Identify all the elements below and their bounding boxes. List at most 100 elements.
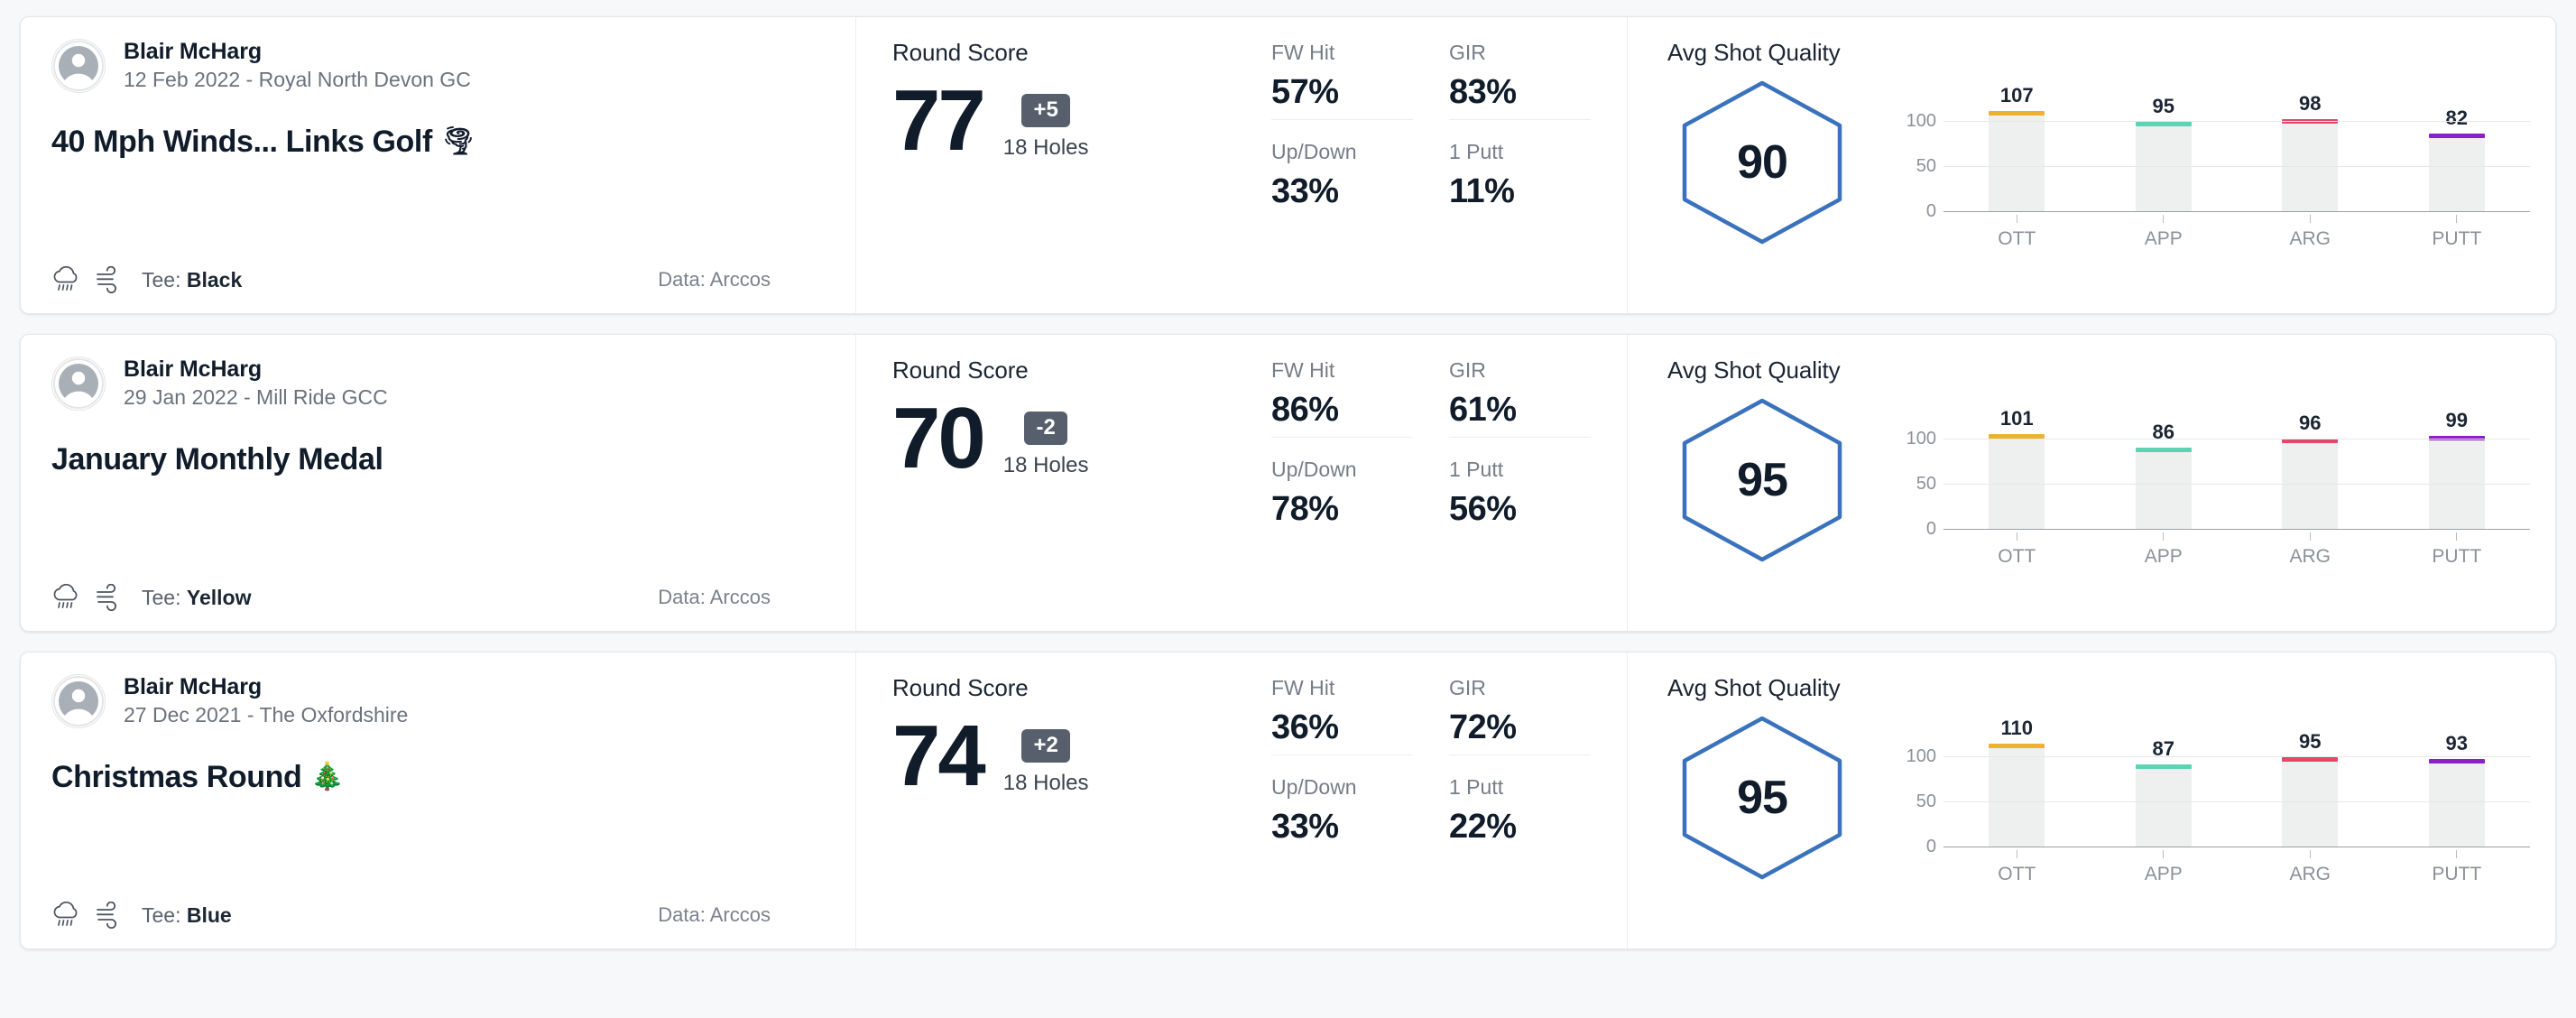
avg-shot-quality-value: 90 — [1737, 135, 1788, 189]
stat-up-down-value: 33% — [1271, 172, 1339, 211]
bar[interactable] — [2428, 134, 2485, 211]
bar[interactable] — [2135, 448, 2192, 529]
round-meta-panel: Blair McHarg 12 Feb 2022 - Royal North D… — [21, 17, 855, 313]
stat-fw-hit: FW Hit 36% — [1271, 676, 1413, 756]
user-row[interactable]: Blair McHarg 27 Dec 2021 - The Oxfordshi… — [51, 674, 825, 728]
bar-column-putt[interactable]: 93 — [2384, 729, 2531, 847]
bar-column-ott[interactable]: 110 — [1944, 718, 2091, 847]
stats-grid: FW Hit 36% GIR 72% Up/Down 33% 1 Putt 22… — [1271, 674, 1591, 929]
avg-shot-quality-body: 95 100 50 0 101 86 96 99 OTT APP ARG PUTT — [1667, 392, 2530, 568]
bar-value-label: 110 — [2000, 717, 2034, 739]
stat-gir-value: 72% — [1449, 708, 1517, 746]
bar[interactable] — [1989, 111, 2045, 211]
score-block: Round Score 77 +5 18 Holes — [892, 39, 1244, 293]
data-source-label: Data: Arccos — [658, 586, 771, 608]
user-name: Blair McHarg — [124, 356, 263, 383]
round-title-emoji: 🌪 — [440, 126, 475, 157]
bar-value-label: 101 — [1999, 407, 2034, 430]
bar-value-label: 82 — [2445, 106, 2468, 129]
bar[interactable] — [2282, 119, 2339, 211]
y-tick-label: 0 — [1925, 519, 1936, 539]
round-score-value: 74 — [892, 708, 986, 804]
stats-grid: FW Hit 57% GIR 83% Up/Down 33% 1 Putt 11… — [1271, 39, 1591, 293]
round-title-row[interactable]: 40 Mph Winds... Links Golf 🌪 — [51, 124, 825, 161]
round-meta-footer: Tee: Blue Data: Arccos — [51, 902, 825, 929]
stat-up-down-label: Up/Down — [1271, 458, 1357, 482]
round-card-2[interactable]: Blair McHarg 27 Dec 2021 - The Oxfordshi… — [20, 652, 2556, 949]
x-axis-tick — [2163, 532, 2165, 541]
round-title-text: 40 Mph Winds... Links Golf — [51, 125, 432, 159]
round-title-row[interactable]: Christmas Round 🎄 — [51, 759, 825, 796]
shot-quality-chart: 100 50 0 110 87 95 93 OTT APP ARG PUTT — [1875, 709, 2530, 885]
round-card-1[interactable]: Blair McHarg 29 Jan 2022 - Mill Ride GCC… — [20, 334, 2556, 632]
x-axis-label: PUTT — [2432, 546, 2482, 567]
avatar[interactable] — [51, 674, 106, 728]
bar-value-label: 93 — [2445, 732, 2468, 754]
round-card-0[interactable]: Blair McHarg 12 Feb 2022 - Royal North D… — [20, 16, 2556, 314]
round-title-text: Christmas Round — [51, 760, 302, 794]
chart-baseline — [1944, 529, 2530, 530]
x-axis-column: ARG — [2237, 215, 2384, 250]
user-row[interactable]: Blair McHarg 12 Feb 2022 - Royal North D… — [51, 39, 825, 93]
chart-gridline — [1944, 484, 2530, 485]
holes-played-label: 18 Holes — [1002, 135, 1089, 161]
bar-cap — [1989, 744, 2045, 748]
round-conditions: Tee: Yellow — [51, 584, 251, 611]
x-axis-label: APP — [2144, 864, 2183, 884]
chart-x-axis: OTT APP ARG PUTT — [1944, 532, 2530, 568]
bar[interactable] — [2428, 759, 2485, 847]
avg-shot-quality-panel: Avg Shot Quality 95 100 50 0 110 87 95 93 — [1627, 652, 2555, 949]
bar[interactable] — [1989, 744, 2045, 847]
rain-cloud-icon — [53, 902, 78, 926]
stat-one-putt-value: 11% — [1449, 172, 1515, 211]
x-axis-label: APP — [2144, 546, 2183, 567]
round-conditions: Tee: Black — [51, 266, 242, 293]
tee-color-value: Blue — [186, 902, 232, 927]
bar-column-arg[interactable]: 98 — [2237, 94, 2384, 211]
chart-x-axis-row: OTT APP ARG PUTT — [1897, 529, 2530, 568]
bar-column-arg[interactable]: 96 — [2237, 412, 2384, 529]
x-axis-label: OTT — [1998, 228, 2036, 249]
stat-up-down: Up/Down 33% — [1271, 775, 1413, 854]
x-axis-tick — [2309, 850, 2311, 858]
data-source-label: Data: Arccos — [658, 268, 771, 291]
bar-column-arg[interactable]: 95 — [2237, 729, 2384, 847]
stat-gir: GIR 83% — [1449, 41, 1591, 121]
user-row[interactable]: Blair McHarg 29 Jan 2022 - Mill Ride GCC — [51, 356, 825, 411]
x-axis-column: PUTT — [2384, 532, 2531, 568]
bar-column-putt[interactable]: 82 — [2384, 94, 2531, 211]
score-to-par-badge: +5 — [1021, 94, 1070, 128]
score-side: -2 18 Holes — [1003, 397, 1089, 478]
chart-gridline — [1944, 121, 2530, 122]
round-date-course: 12 Feb 2022 - Royal North Devon GC — [124, 68, 471, 92]
bar-column-app[interactable]: 86 — [2091, 412, 2238, 529]
chart-plot-area: 100 50 0 107 95 98 82 — [1897, 74, 2531, 220]
bar-cap — [2428, 759, 2485, 764]
stat-one-putt: 1 Putt 22% — [1449, 775, 1591, 854]
user-text: Blair McHarg 27 Dec 2021 - The Oxfordshi… — [124, 674, 408, 727]
bar[interactable] — [2135, 122, 2192, 211]
bar-column-ott[interactable]: 107 — [1944, 86, 2091, 211]
avatar[interactable] — [51, 39, 106, 93]
stat-one-putt-label: 1 Putt — [1449, 458, 1504, 482]
x-axis-label: PUTT — [2432, 228, 2482, 249]
round-title-row[interactable]: January Monthly Medal — [51, 441, 825, 478]
avg-shot-quality-hexagon: 95 — [1667, 394, 1857, 566]
avatar[interactable] — [51, 356, 106, 411]
avg-shot-quality-body: 90 100 50 0 107 95 98 82 OTT APP ARG PUTT — [1667, 74, 2530, 250]
bar-column-putt[interactable]: 99 — [2384, 411, 2531, 529]
bar-column-app[interactable]: 95 — [2091, 94, 2238, 211]
bar-column-ott[interactable]: 101 — [1944, 407, 2091, 529]
bar[interactable] — [2135, 764, 2192, 847]
bar[interactable] — [2282, 757, 2339, 847]
x-axis-column: APP — [2091, 850, 2238, 885]
avg-shot-quality-value: 95 — [1737, 771, 1788, 824]
bar-cap — [2135, 764, 2192, 769]
score-row: 70 -2 18 Holes — [892, 394, 1244, 481]
stat-gir-label: GIR — [1449, 41, 1486, 64]
x-axis-column: PUTT — [2384, 850, 2531, 885]
bar-column-app[interactable]: 87 — [2091, 729, 2238, 847]
rounds-feed: Blair McHarg 12 Feb 2022 - Royal North D… — [0, 0, 2576, 949]
bar[interactable] — [2282, 439, 2339, 529]
chart-x-axis-row: OTT APP ARG PUTT — [1897, 211, 2530, 250]
